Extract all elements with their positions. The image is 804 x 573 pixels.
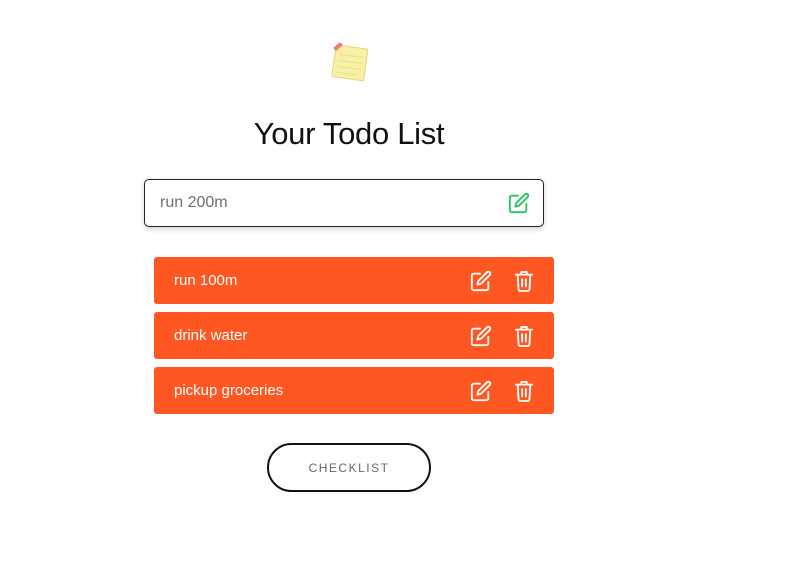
sticky-note-icon bbox=[329, 40, 373, 84]
delete-todo-button[interactable] bbox=[512, 324, 536, 348]
todo-item: run 100m bbox=[154, 257, 554, 304]
trash-icon bbox=[514, 325, 534, 347]
add-todo-button[interactable] bbox=[507, 191, 531, 215]
edit-todo-button[interactable] bbox=[469, 269, 493, 293]
delete-todo-button[interactable] bbox=[512, 379, 536, 403]
trash-icon bbox=[514, 270, 534, 292]
edit-icon bbox=[470, 380, 492, 402]
edit-icon bbox=[470, 325, 492, 347]
edit-icon bbox=[470, 270, 492, 292]
edit-icon bbox=[508, 192, 530, 214]
edit-todo-button[interactable] bbox=[469, 324, 493, 348]
todo-list: run 100m drink water pickup groceries bbox=[154, 257, 554, 422]
todo-item: pickup groceries bbox=[154, 367, 554, 414]
todo-app: Your Todo List run 100m bbox=[0, 0, 804, 573]
todo-item-text: pickup groceries bbox=[174, 382, 284, 399]
todo-item-text: run 100m bbox=[174, 272, 238, 289]
todo-item-text: drink water bbox=[174, 327, 248, 344]
trash-icon bbox=[514, 380, 534, 402]
page-title: Your Todo List bbox=[253, 116, 445, 151]
todo-input-box bbox=[144, 179, 544, 227]
todo-input[interactable] bbox=[160, 180, 500, 226]
edit-todo-button[interactable] bbox=[469, 379, 493, 403]
todo-item: drink water bbox=[154, 312, 554, 359]
checklist-button[interactable]: CHECKLIST bbox=[267, 443, 431, 492]
delete-todo-button[interactable] bbox=[512, 269, 536, 293]
